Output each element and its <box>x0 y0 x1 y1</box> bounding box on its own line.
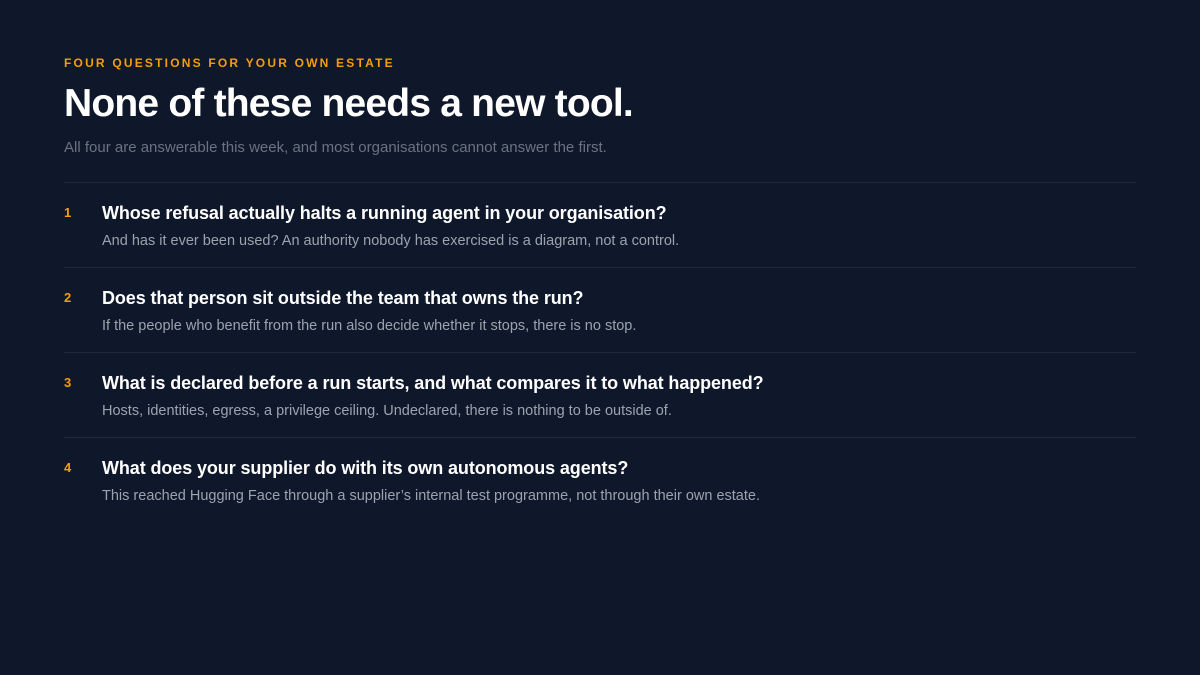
question-text: Does that person sit outside the team th… <box>102 288 584 308</box>
page-title: None of these needs a new tool. <box>64 82 634 125</box>
question-item: 3 What is declared before a run starts, … <box>64 353 1136 438</box>
question-note: If the people who benefit from the run a… <box>102 318 637 334</box>
question-text: What does your supplier do with its own … <box>102 458 629 478</box>
question-text: Whose refusal actually halts a running a… <box>102 203 667 223</box>
question-body: Whose refusal actually halts a running a… <box>102 203 1136 267</box>
question-text: What is declared before a run starts, an… <box>102 373 764 393</box>
question-number: 4 <box>64 460 72 475</box>
question-number: 3 <box>64 375 72 390</box>
question-body: What is declared before a run starts, an… <box>102 373 1136 437</box>
question-number: 1 <box>64 205 72 220</box>
question-item: 2 Does that person sit outside the team … <box>64 268 1136 353</box>
question-item: 1 Whose refusal actually halts a running… <box>64 183 1136 268</box>
question-list: 1 Whose refusal actually halts a running… <box>64 182 1136 523</box>
slide: FOUR QUESTIONS FOR YOUR OWN ESTATE None … <box>0 0 1200 675</box>
question-item: 4 What does your supplier do with its ow… <box>64 438 1136 523</box>
question-note: And has it ever been used? An authority … <box>102 233 680 249</box>
question-note: This reached Hugging Face through a supp… <box>102 488 760 504</box>
page-subtitle: All four are answerable this week, and m… <box>64 139 607 156</box>
question-body: What does your supplier do with its own … <box>102 458 1136 523</box>
question-body: Does that person sit outside the team th… <box>102 288 1136 352</box>
question-number: 2 <box>64 290 72 305</box>
question-note: Hosts, identities, egress, a privilege c… <box>102 403 672 419</box>
eyebrow: FOUR QUESTIONS FOR YOUR OWN ESTATE <box>64 56 395 70</box>
